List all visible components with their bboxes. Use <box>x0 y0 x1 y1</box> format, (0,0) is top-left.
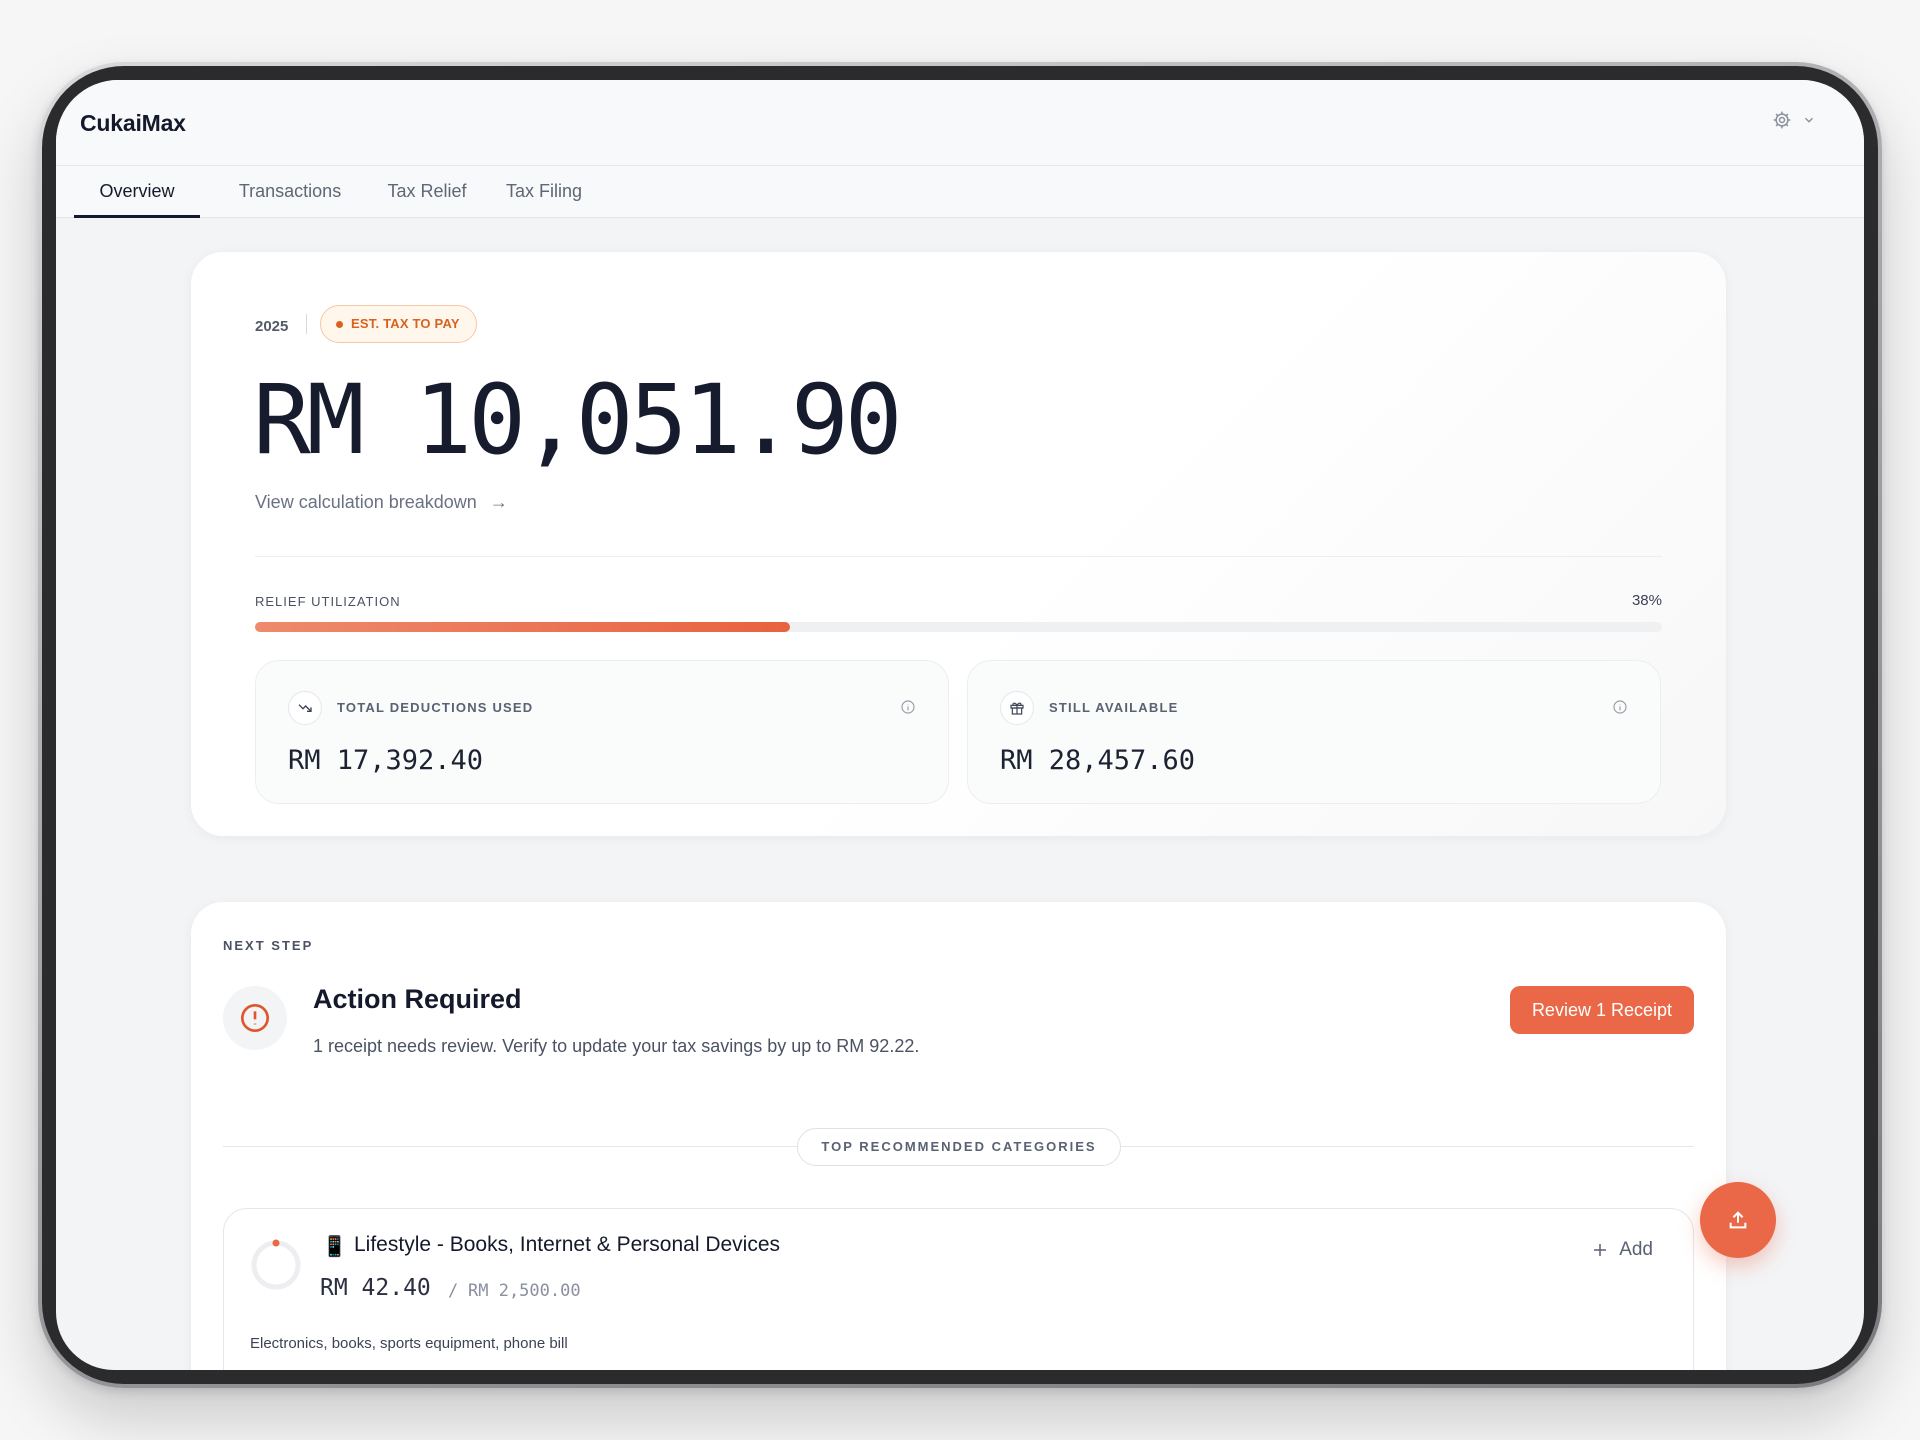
breakdown-link-label: View calculation breakdown <box>255 492 477 512</box>
estimated-tax-amount: RM 10,051.90 <box>253 364 903 476</box>
category-amount: RM 42.40 <box>320 1275 431 1301</box>
app-logo: CukaiMax <box>80 110 186 136</box>
arrow-right-icon: → <box>489 492 508 512</box>
chevron-down-icon <box>1805 117 1813 123</box>
stat-value: RM 17,392.40 <box>288 745 484 776</box>
phone-icon: 📱 <box>322 1236 347 1258</box>
category-card[interactable]: 📱 Lifestyle - Books, Internet & Personal… <box>223 1208 1694 1370</box>
alert-icon <box>223 986 287 1050</box>
section-divider <box>255 556 1662 557</box>
info-icon[interactable] <box>1612 699 1628 720</box>
tab-transactions[interactable]: Transactions <box>218 166 362 218</box>
plus-icon <box>1594 1244 1607 1256</box>
add-category-button[interactable]: Add <box>1591 1239 1653 1261</box>
total-deductions-card: TOTAL DEDUCTIONS USED RM 17,392.40 <box>255 660 949 804</box>
info-icon[interactable] <box>900 699 916 720</box>
stat-value: RM 28,457.60 <box>1000 745 1196 776</box>
amount-separator: / <box>448 1281 459 1301</box>
year-divider <box>306 314 307 334</box>
tax-year: 2025 <box>255 318 289 335</box>
tab-tax-relief[interactable]: Tax Relief <box>372 166 482 218</box>
next-step-label: NEXT STEP <box>223 938 314 953</box>
category-title: Lifestyle - Books, Internet & Personal D… <box>354 1233 781 1256</box>
gift-icon <box>1000 691 1034 725</box>
tab-bar: Overview Transactions Tax Relief Tax Fil… <box>56 166 1864 218</box>
category-limit: RM 2,500.00 <box>468 1281 581 1301</box>
stat-label: STILL AVAILABLE <box>1049 700 1179 715</box>
recommended-categories-label: TOP RECOMMENDED CATEGORIES <box>797 1128 1121 1166</box>
relief-progress-track <box>255 622 1662 632</box>
category-description: Electronics, books, sports equipment, ph… <box>250 1335 568 1352</box>
next-step-card: NEXT STEP Action Required 1 receipt need… <box>191 902 1726 1370</box>
relief-utilization-percent: 38% <box>1631 592 1662 609</box>
gear-icon <box>1773 111 1791 129</box>
review-receipt-button[interactable]: Review 1 Receipt <box>1509 986 1694 1034</box>
relief-utilization-label: RELIEF UTILIZATION <box>255 594 401 609</box>
stat-label: TOTAL DEDUCTIONS USED <box>337 700 534 715</box>
relief-progress-fill <box>255 622 790 632</box>
tab-overview[interactable]: Overview <box>74 166 200 218</box>
trending-down-icon <box>288 691 322 725</box>
action-description: 1 receipt needs review. Verify to update… <box>313 1036 920 1056</box>
upload-button[interactable] <box>1700 1182 1776 1258</box>
tax-summary-card: 2025 EST. TAX TO PAY RM 10,051.90 View c… <box>191 252 1726 836</box>
app-screen: CukaiMax Overview Transactions Tax Relie… <box>56 80 1864 1370</box>
settings-menu[interactable] <box>1772 110 1816 130</box>
action-title: Action Required <box>313 984 522 1014</box>
add-label: Add <box>1619 1239 1653 1260</box>
upload-icon <box>1729 1211 1747 1229</box>
tab-tax-filing[interactable]: Tax Filing <box>492 166 596 218</box>
top-bar: CukaiMax <box>56 80 1864 166</box>
progress-ring-icon <box>251 1239 301 1290</box>
view-breakdown-link[interactable]: View calculation breakdown → <box>255 492 508 513</box>
status-badge: EST. TAX TO PAY <box>320 305 477 343</box>
still-available-card: STILL AVAILABLE RM 28,457.60 <box>967 660 1661 804</box>
